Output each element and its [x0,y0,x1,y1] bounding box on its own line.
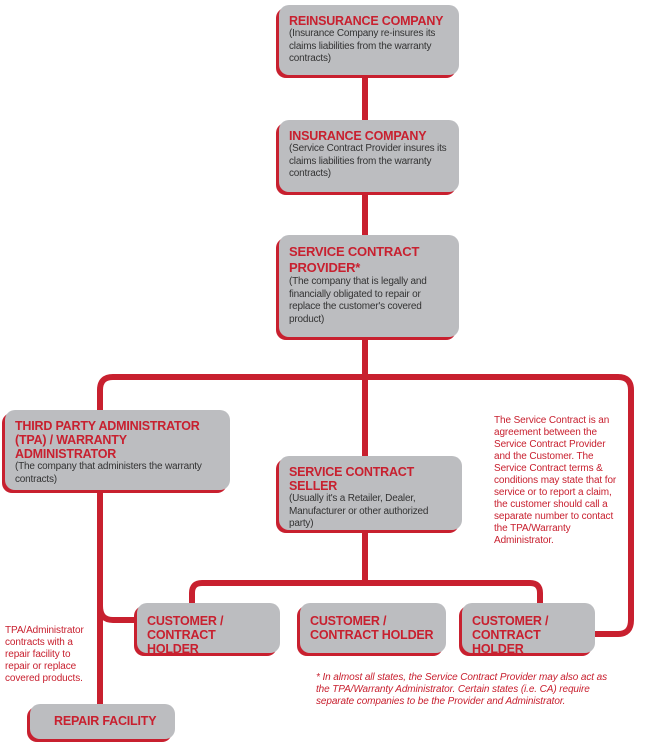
footnote: * In almost all states, the Service Cont… [316,672,608,707]
node-title: CUSTOMER / CONTRACT HOLDER [310,614,434,642]
tpa-node: THIRD PARTY ADMINISTRATOR (TPA) / WARRAN… [5,410,230,490]
service-contract-seller-node: SERVICE CONTRACT SELLER (Usually it's a … [279,456,462,530]
node-description: (The company that administers the warran… [15,461,202,485]
node-title: REINSURANCE COMPANY [289,14,444,28]
customer-node: CUSTOMER / CONTRACT HOLDER [300,603,446,653]
node-title: SERVICE CONTRACT PROVIDER* [289,244,420,275]
service-contract-provider-node: SERVICE CONTRACT PROVIDER* (The company … [279,235,459,337]
node-title: SERVICE CONTRACT SELLER [289,465,415,493]
connector-branch-left [97,374,365,410]
node-description: (The company that is legally and financi… [289,276,427,325]
node-title: THIRD PARTY ADMINISTRATOR (TPA) / WARRAN… [15,419,200,461]
connector-tpa-customer1 [97,605,134,623]
node-description: (Insurance Company re-insures its claims… [289,28,436,64]
node-title: INSURANCE COMPANY [289,129,427,143]
node-description: (Service Contract Provider insures its c… [289,143,447,179]
customer-node: CUSTOMER / CONTRACT HOLDER [462,603,595,656]
node-title: CUSTOMER / CONTRACT HOLDER [472,614,549,656]
repair-facility-node: REPAIR FACILITY [30,704,175,739]
node-title: CUSTOMER / CONTRACT HOLDER [147,614,224,656]
insurance-company-node: INSURANCE COMPANY (Service Contract Prov… [279,120,459,192]
service-contract-note: The Service Contract is an agreement bet… [494,415,617,546]
customer-node: CUSTOMER / CONTRACT HOLDER [137,603,280,656]
reinsurance-company-node: REINSURANCE COMPANY (Insurance Company r… [279,5,459,75]
node-title: REPAIR FACILITY [54,714,157,728]
node-description: (Usually it's a Retailer, Dealer, Manufa… [289,493,429,529]
repair-note: TPA/Administrator contracts with a repai… [5,625,84,684]
connector-customer-bar [189,580,543,604]
